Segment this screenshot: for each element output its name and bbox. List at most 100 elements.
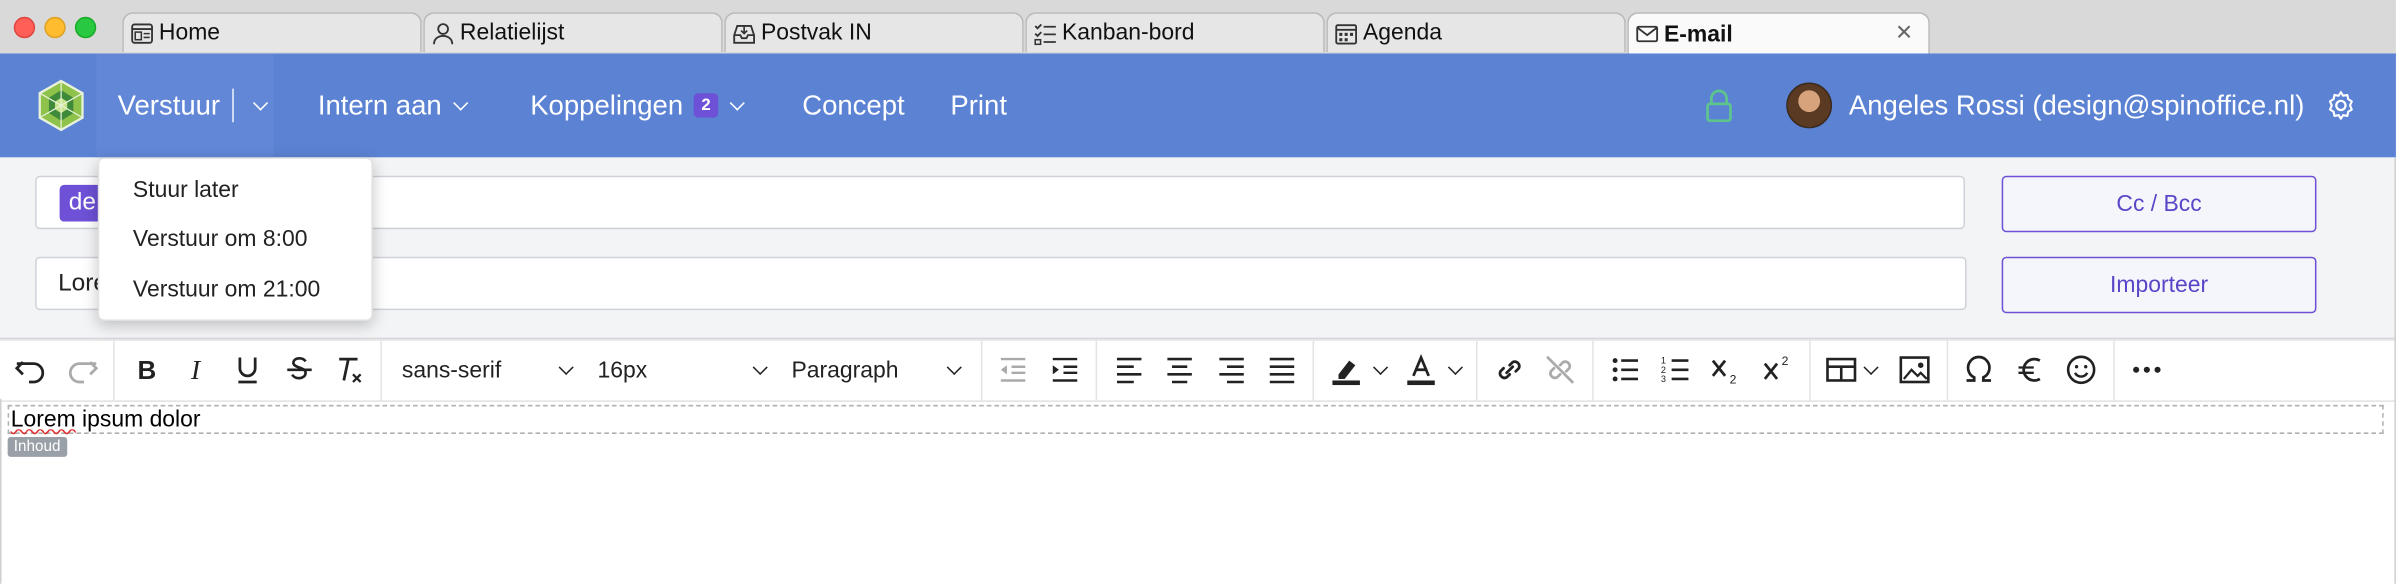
chevron-down-icon [729,94,745,110]
links-count-badge: 2 [693,93,719,118]
menu-item-send-later[interactable]: Stuur later [133,177,239,203]
draft-label: Concept [802,89,905,120]
tab-label: Home [158,19,221,46]
tab-e-mail[interactable]: E-mail ✕ [1627,12,1930,54]
align-center-icon[interactable] [1160,350,1200,390]
font-family-select[interactable]: sans-serif [402,341,582,401]
app-header: Verstuur Intern aan Koppelingen 2 Concep… [0,53,2396,158]
toolbar-divider [1946,340,1949,401]
tab-relatielijst[interactable]: Relatielijst [423,12,723,52]
block-format-select[interactable]: Paragraph [792,341,972,401]
maximize-window-button[interactable] [74,16,97,39]
user-name[interactable]: Angeles Rossi (design@spinoffice.nl) [1849,53,2304,157]
indent-icon[interactable] [1045,350,1085,390]
chevron-down-icon [453,94,469,110]
tab-agenda[interactable]: Agenda [1326,12,1626,52]
subscript-icon[interactable]: 2 [1707,350,1747,390]
svg-text:B: B [138,355,157,385]
italic-icon[interactable]: I [177,350,217,390]
send-button[interactable]: Verstuur [96,53,274,158]
links-label: Koppelingen [530,89,684,120]
highlight-color-icon[interactable] [1326,350,1366,390]
svg-text:I: I [190,354,202,385]
cc-bcc-button[interactable]: Cc / Bcc [2001,175,2317,233]
special-character-icon[interactable] [1959,350,1999,390]
tab-postvak-in[interactable]: Postvak IN [724,12,1024,52]
highlight-dropdown[interactable] [1372,341,1393,401]
outdent-icon[interactable] [993,350,1033,390]
unlink-icon[interactable] [1540,350,1580,390]
checklist-icon [1033,21,1057,45]
internal-recipient-menu[interactable]: Intern aan [317,53,469,157]
editor-body-text[interactable]: Lorem ipsum dolor [11,406,201,432]
svg-text:2: 2 [1730,373,1737,387]
links-menu[interactable]: Koppelingen 2 [530,53,745,157]
chevron-down-icon [558,359,574,376]
clear-formatting-icon[interactable] [330,350,370,390]
toolbar-divider [1312,340,1315,401]
undo-icon[interactable] [11,350,51,390]
bold-icon[interactable]: B [127,350,167,390]
link-icon[interactable] [1490,350,1530,390]
toolbar-divider [380,340,382,401]
redo-icon[interactable] [63,350,103,390]
toolbar-divider [1809,340,1811,401]
editor-paragraph-outline[interactable] [7,404,2384,434]
misspelled-word[interactable]: Lorem [11,406,76,432]
toolbar-divider [1592,340,1594,401]
minimize-window-button[interactable] [44,16,66,39]
gear-icon[interactable] [2324,89,2358,123]
more-options-icon[interactable] [2127,350,2167,390]
chevron-down-icon [752,359,768,376]
bullet-list-icon[interactable] [1606,350,1646,390]
person-icon [431,21,455,45]
table-dropdown[interactable] [1863,341,1884,401]
tab-label: E-mail [1663,20,1733,47]
superscript-icon[interactable]: 2 [1759,350,1799,390]
internal-label: Intern aan [317,89,442,120]
spinoffice-logo-icon[interactable] [37,79,86,132]
chevron-down-icon[interactable] [253,94,269,110]
home-page-icon [130,21,154,45]
toolbar-divider [1476,340,1478,401]
toolbar-divider [980,340,983,401]
align-left-icon[interactable] [1109,350,1149,390]
import-button[interactable]: Importeer [2001,256,2317,314]
tab-kanban-bord[interactable]: Kanban-bord [1025,12,1325,52]
text-color-dropdown[interactable] [1447,341,1468,401]
menu-item-send-at-8[interactable]: Verstuur om 8:00 [133,226,308,252]
content-block-tag: Inhoud [7,437,67,457]
text-rest: ipsum dolor [82,406,201,433]
tab-label: Kanban-bord [1061,19,1195,46]
font-size-select[interactable]: 16px [597,341,777,401]
toolbar-divider [113,340,115,401]
align-justify-icon[interactable] [1262,350,1302,390]
numbered-list-icon[interactable]: 123 [1656,350,1696,390]
underline-icon[interactable] [228,350,268,390]
menu-item-send-at-21[interactable]: Verstuur om 21:00 [133,277,320,303]
align-right-icon[interactable] [1212,350,1252,390]
chevron-down-icon [946,359,962,376]
calendar-icon [1334,21,1358,45]
euro-icon[interactable] [2011,350,2051,390]
tab-label: Relatielijst [459,19,565,46]
send-label: Verstuur [117,89,221,120]
close-tab-icon[interactable]: ✕ [1895,20,1913,46]
chevron-down-icon [1372,359,1389,376]
image-icon[interactable] [1895,350,1935,390]
close-window-button[interactable] [13,16,36,39]
font-size-value: 16px [597,357,648,384]
strikethrough-icon[interactable] [280,350,320,390]
tab-label: Postvak IN [760,19,872,46]
toolbar-divider [1095,340,1098,401]
text-color-icon[interactable] [1401,350,1441,390]
print-button[interactable]: Print [950,53,1007,157]
emoji-icon[interactable] [2061,350,2101,390]
draft-button[interactable]: Concept [802,53,904,157]
lock-icon[interactable] [1705,89,1733,123]
svg-text:2: 2 [1782,354,1789,368]
avatar[interactable] [1786,82,1833,129]
table-icon[interactable] [1821,350,1861,390]
svg-text:3: 3 [1661,374,1666,384]
tab-home[interactable]: Home [122,12,422,52]
